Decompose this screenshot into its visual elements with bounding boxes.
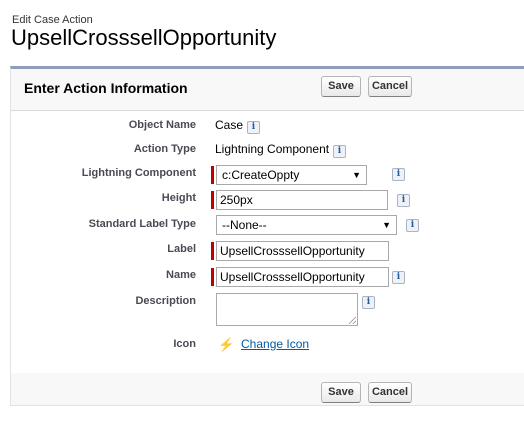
- panel-title: Enter Action Information: [24, 80, 188, 96]
- name-input[interactable]: [216, 267, 389, 287]
- dropdown-arrow-icon: ▼: [382, 220, 391, 230]
- height-label: Height: [161, 192, 196, 204]
- required-indicator: [211, 191, 214, 209]
- object-name-info-icon[interactable]: i: [247, 121, 260, 134]
- required-indicator: [211, 268, 214, 286]
- lightning-component-label: Lightning Component: [81, 167, 196, 179]
- save-button-top[interactable]: Save: [321, 76, 361, 97]
- height-info-icon[interactable]: i: [397, 194, 410, 207]
- change-icon-link[interactable]: Change Icon: [241, 337, 309, 351]
- lightning-component-info-icon[interactable]: i: [392, 168, 405, 181]
- object-name-label: Object Name: [128, 119, 196, 131]
- lightning-bolt-icon: ⚡: [218, 337, 235, 352]
- icon-label: Icon: [173, 338, 196, 350]
- standard-label-type-label: Standard Label Type: [88, 218, 196, 230]
- label-field-label: Label: [167, 243, 196, 255]
- action-type-label: Action Type: [133, 143, 196, 155]
- cancel-button-top[interactable]: Cancel: [368, 76, 412, 97]
- save-button-bottom[interactable]: Save: [321, 382, 361, 403]
- label-input[interactable]: [216, 241, 389, 261]
- height-input[interactable]: [216, 190, 388, 210]
- description-textarea[interactable]: [216, 293, 358, 326]
- action-type-value: Lightning Component: [215, 142, 330, 156]
- required-indicator: [211, 166, 214, 184]
- edit-action-page: Edit Case Action UpsellCrosssellOpportun…: [0, 0, 524, 448]
- object-name-value: Case: [215, 118, 244, 132]
- name-field-label: Name: [166, 269, 196, 281]
- dropdown-arrow-icon: ▼: [352, 170, 361, 180]
- cancel-button-bottom[interactable]: Cancel: [368, 382, 412, 403]
- standard-label-type-info-icon[interactable]: i: [406, 219, 419, 232]
- lightning-component-select[interactable]: c:CreateOppty ▼: [216, 165, 367, 185]
- action-type-info-icon[interactable]: i: [333, 145, 346, 158]
- standard-label-type-select[interactable]: --None-- ▼: [216, 215, 397, 235]
- page-title: UpsellCrosssellOpportunity: [11, 25, 277, 50]
- form-section: Object Name Case i Action Type Lightning…: [11, 110, 524, 373]
- lightning-component-selected: c:CreateOppty: [222, 168, 300, 182]
- required-indicator: [211, 242, 214, 260]
- action-info-panel: Enter Action Information Save Cancel Obj…: [10, 66, 524, 406]
- name-info-icon[interactable]: i: [392, 271, 405, 284]
- resize-handle-icon[interactable]: [349, 317, 356, 324]
- description-info-icon[interactable]: i: [362, 296, 375, 309]
- description-label: Description: [135, 295, 196, 307]
- standard-label-type-selected: --None--: [222, 218, 267, 232]
